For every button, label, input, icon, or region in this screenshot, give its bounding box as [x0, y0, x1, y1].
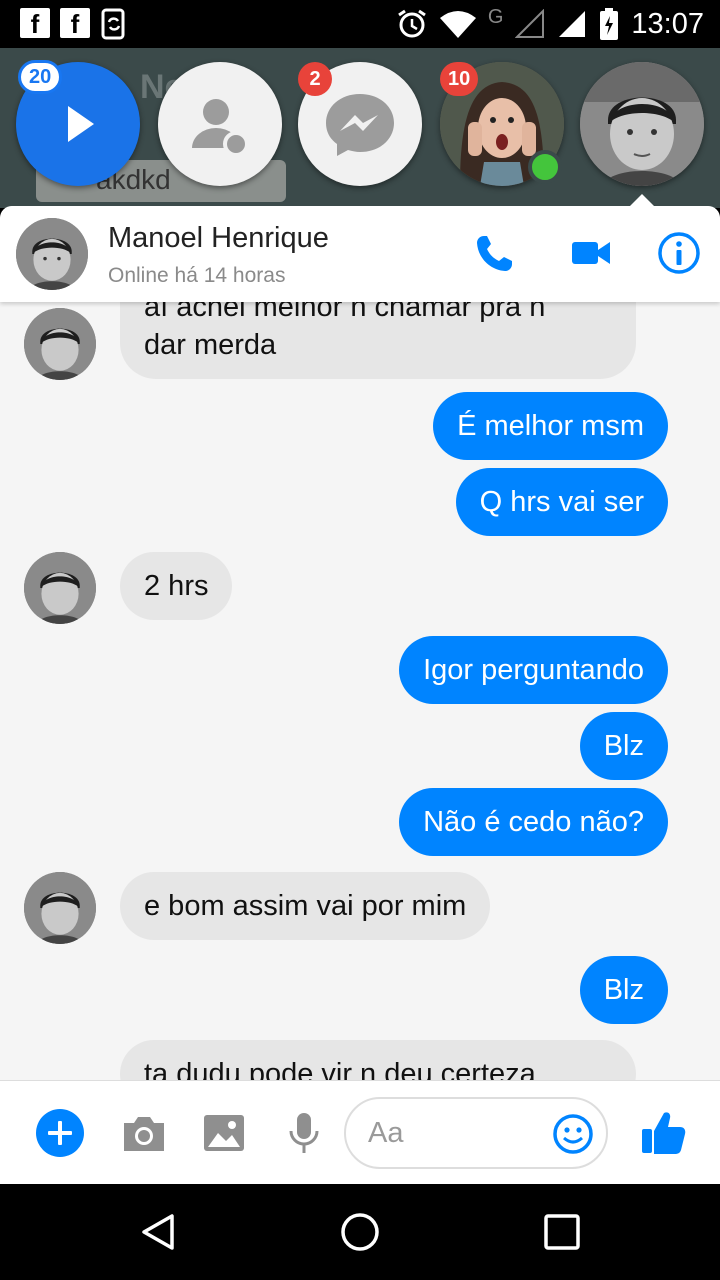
person-icon: [192, 99, 249, 157]
notification-icons: f f: [20, 8, 130, 40]
microphone-icon[interactable]: [280, 1109, 328, 1157]
sender-avatar[interactable]: [24, 552, 96, 624]
contact-status: Online há 14 horas: [108, 264, 286, 287]
incoming-message[interactable]: aí achei melhor n chamar pra n dar merda: [120, 302, 636, 379]
alarm-icon: [398, 9, 426, 38]
system-icons: G 13:07: [396, 6, 704, 42]
clock: 13:07: [631, 7, 704, 40]
avatar: [16, 218, 88, 290]
facebook-notification-icon: f: [20, 8, 50, 39]
signal-icon: [559, 11, 586, 37]
conversation-panel: Manoel Henrique Online há 14 horas aí ac…: [0, 206, 720, 1184]
avatar: [580, 62, 704, 186]
message-composer: [0, 1080, 720, 1184]
unread-badge: 10: [440, 62, 479, 96]
signal-icon: [515, 9, 545, 38]
sync-icon: [101, 8, 125, 40]
video-camera-icon[interactable]: [566, 228, 616, 278]
online-indicator: [528, 150, 562, 184]
incoming-message[interactable]: ta dudu pode vir n deu certeza: [120, 1040, 636, 1080]
recents-icon[interactable]: [540, 1210, 584, 1254]
message-text: Não é cedo não?: [423, 806, 644, 838]
outgoing-message[interactable]: Não é cedo não?: [399, 788, 668, 856]
emoji-icon[interactable]: [552, 1113, 594, 1155]
conversation-header: Manoel Henrique Online há 14 horas: [0, 206, 720, 302]
outgoing-message[interactable]: Blz: [579, 712, 668, 780]
outgoing-message[interactable]: É melhor msm: [433, 392, 668, 460]
wifi-icon: [439, 11, 476, 38]
contact-name[interactable]: Manoel Henrique: [108, 222, 329, 255]
message-input[interactable]: [368, 1113, 548, 1153]
back-icon[interactable]: [136, 1210, 180, 1254]
message-text: aí achei melhor n chamar pra n: [144, 302, 546, 323]
avatar: [24, 872, 96, 944]
message-text: É melhor msm: [457, 410, 644, 442]
outgoing-message[interactable]: Q hrs vai ser: [455, 468, 668, 536]
home-icon[interactable]: [338, 1210, 382, 1254]
avatar: [24, 552, 96, 624]
message-input-field[interactable]: [344, 1097, 608, 1169]
avatar: [24, 308, 96, 380]
outgoing-message[interactable]: Igor perguntando: [399, 636, 668, 704]
message-text: Igor perguntando: [423, 654, 644, 686]
image-icon[interactable]: [200, 1109, 248, 1157]
battery-icon: [600, 8, 619, 40]
message-text: Blz: [603, 730, 644, 762]
outgoing-message[interactable]: Blz: [579, 956, 668, 1024]
phone-icon[interactable]: [470, 228, 520, 278]
message-text: Blz: [603, 974, 644, 1006]
message-text: Q hrs vai ser: [479, 486, 644, 518]
info-icon[interactable]: [654, 228, 704, 278]
sender-avatar[interactable]: [24, 308, 96, 380]
message-text: ta dudu pode vir n deu certeza: [144, 1058, 536, 1080]
camera-icon[interactable]: [120, 1109, 168, 1157]
unread-badge: 2: [298, 62, 332, 96]
incoming-message[interactable]: 2 hrs: [120, 552, 233, 620]
navigation-bar: [0, 1184, 720, 1280]
message-list[interactable]: aí achei melhor n chamar pra n dar merda…: [0, 302, 720, 1080]
message-text: e bom assim vai por mim: [144, 890, 467, 922]
facebook-notification-icon: f: [60, 8, 90, 39]
chat-head-contacts[interactable]: [158, 62, 282, 186]
contact-avatar[interactable]: [16, 218, 88, 290]
sender-avatar[interactable]: [24, 872, 96, 944]
status-bar: f f G 13:07: [0, 0, 720, 48]
chat-heads: [0, 62, 720, 192]
chat-head-manoel-avatar[interactable]: [580, 62, 704, 186]
plus-icon[interactable]: [36, 1109, 84, 1157]
network-type-label: G: [487, 5, 504, 28]
active-chat-pointer: [628, 194, 656, 208]
unread-badge: 20: [18, 60, 63, 94]
message-text: 2 hrs: [144, 570, 209, 602]
like-icon[interactable]: [640, 1107, 688, 1157]
incoming-message[interactable]: e bom assim vai por mim: [120, 872, 491, 940]
message-text: dar merda: [144, 329, 277, 361]
